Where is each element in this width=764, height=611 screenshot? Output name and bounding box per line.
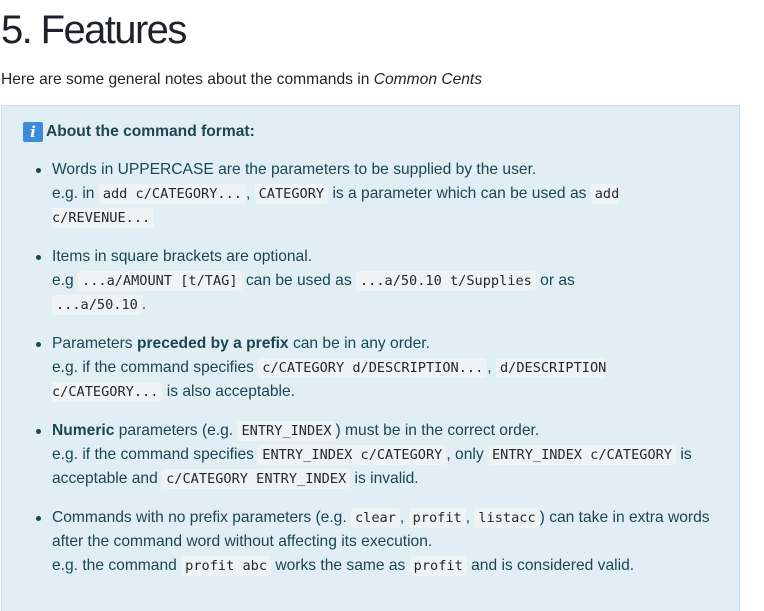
note-text: Words in UPPERCASE are the parameters to…	[52, 161, 537, 178]
note-text: Parameters	[52, 335, 137, 352]
emphasis-text: preceded by a prefix	[136, 335, 289, 352]
note-text: is a parameter which can be used as	[328, 185, 591, 202]
product-name: Common Cents	[373, 71, 483, 88]
list-item: Parameters preceded by a prefix can be i…	[36, 332, 722, 404]
note-text: is also acceptable.	[162, 383, 296, 400]
code-snippet: c/CATEGORY ENTRY_INDEX	[162, 469, 351, 489]
code-snippet: c/CATEGORY d/DESCRIPTION...	[258, 358, 488, 378]
page-title: 5. Features	[1, 8, 187, 52]
note-text: Commands with no prefix parameters (e.g.	[52, 509, 351, 526]
list-item: Commands with no prefix parameters (e.g.…	[36, 506, 722, 578]
code-snippet: ENTRY_INDEX c/CATEGORY	[487, 445, 677, 465]
note-text: ,	[399, 509, 409, 526]
note-text: works the same as	[271, 557, 410, 574]
emphasis-text: Numeric	[52, 422, 115, 439]
code-snippet: profit	[409, 556, 467, 576]
note-text: or as	[535, 272, 575, 289]
note-text: e.g. the command	[52, 557, 182, 574]
intro-text: Here are some general notes about the co…	[1, 71, 374, 88]
code-snippet: ...a/50.10 t/Supplies	[355, 271, 536, 291]
code-snippet: ENTRY_INDEX c/CATEGORY	[258, 445, 447, 465]
note-text: e.g. in	[52, 185, 99, 202]
note-text: Items in square brackets are optional.	[52, 248, 313, 265]
code-snippet: profit abc	[181, 556, 271, 576]
note-text: ,	[487, 359, 496, 376]
note-text: ,	[245, 185, 255, 202]
code-snippet: ...a/AMOUNT [t/TAG]	[78, 271, 242, 291]
note-text: ) must be in the correct order.	[335, 422, 540, 439]
callout-heading: About the command format:	[46, 123, 255, 140]
note-text: , only	[446, 446, 488, 463]
code-snippet: add c/CATEGORY...	[98, 184, 246, 204]
note-text: e.g. if the command specifies	[52, 446, 259, 463]
code-snippet: listacc	[474, 508, 540, 528]
note-text: and is considered valid.	[466, 557, 635, 574]
note-text: e.g. if the command specifies	[52, 359, 259, 376]
note-text: can be in any order.	[288, 335, 430, 352]
list-item: Items in square brackets are optional. e.…	[36, 245, 722, 317]
note-text: can be used as	[241, 272, 356, 289]
note-text: parameters (e.g.	[114, 422, 238, 439]
list-item: Words in UPPERCASE are the parameters to…	[36, 158, 722, 230]
code-snippet: CATEGORY	[254, 184, 329, 204]
code-snippet: ...a/50.10	[52, 295, 142, 315]
note-text: e.g	[52, 272, 79, 289]
intro-paragraph: Here are some general notes about the co…	[1, 69, 482, 91]
note-text: is invalid.	[350, 470, 419, 487]
code-snippet: ENTRY_INDEX	[237, 421, 336, 441]
callout-header: i About the command format:	[23, 121, 255, 143]
code-snippet: clear	[351, 508, 400, 528]
list-item: Numeric parameters (e.g. ENTRY_INDEX) mu…	[36, 419, 722, 491]
note-text: .	[141, 296, 147, 313]
info-callout: i About the command format: Words in UPP…	[1, 105, 740, 611]
code-snippet: profit	[408, 508, 466, 528]
information-icon: i	[23, 122, 43, 142]
